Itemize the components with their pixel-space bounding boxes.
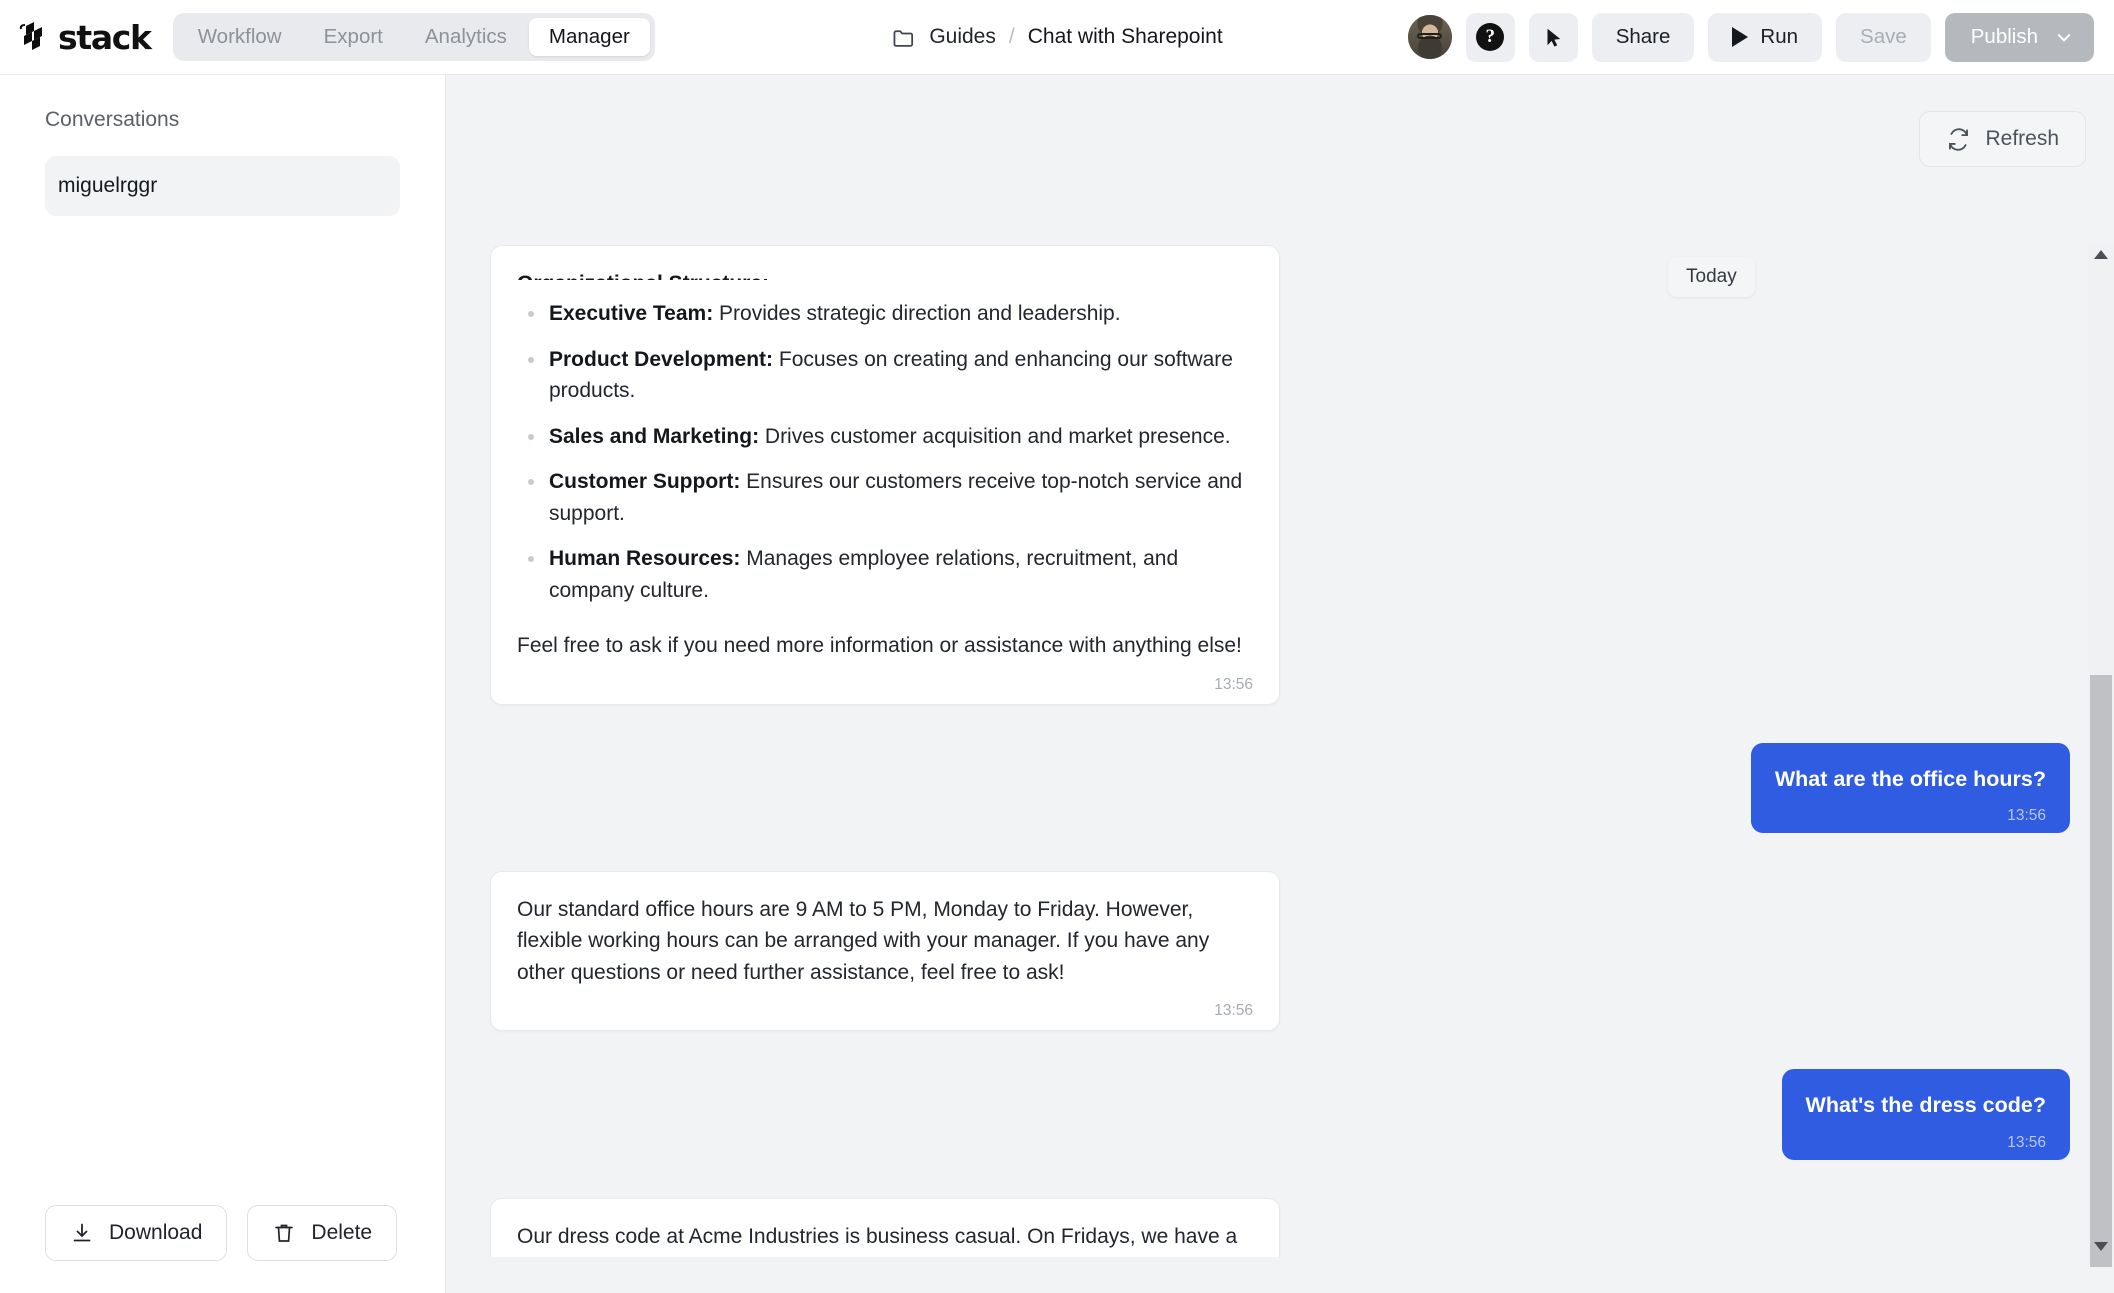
message-text: Our dress code at Acme Industries is bus… xyxy=(517,1221,1253,1258)
message-text: Feel free to ask if you need more inform… xyxy=(517,630,1253,662)
user-message-bubble[interactable]: What's the dress code? 13:56 xyxy=(1782,1069,2070,1159)
chat-panel: Refresh Today Organizational Structure: … xyxy=(446,75,2114,1293)
help-button[interactable]: ? xyxy=(1466,13,1515,62)
folder-icon xyxy=(891,25,916,50)
message-timestamp: 13:56 xyxy=(517,676,1253,694)
user-message-bubble[interactable]: What are the office hours? 13:56 xyxy=(1751,743,2070,833)
breadcrumb-parent[interactable]: Guides xyxy=(929,25,996,49)
refresh-button[interactable]: Refresh xyxy=(1919,111,2086,167)
scrollbar-thumb[interactable] xyxy=(2090,675,2112,1267)
bot-message-bubble[interactable]: Our dress code at Acme Industries is bus… xyxy=(490,1198,1280,1258)
message-timestamp: 13:56 xyxy=(517,1002,1253,1020)
play-icon xyxy=(1732,27,1748,47)
message-row: What's the dress code? 13:56 xyxy=(490,1069,2070,1159)
refresh-icon xyxy=(1946,127,1971,152)
stack-logo-icon xyxy=(18,20,52,54)
bullet-term: Product Development: xyxy=(549,348,773,371)
app-logo[interactable]: stack xyxy=(18,20,151,54)
nav-item-analytics[interactable]: Analytics xyxy=(405,18,527,56)
save-button[interactable]: Save xyxy=(1836,13,1931,62)
nav-item-workflow[interactable]: Workflow xyxy=(178,18,302,56)
message-row: Organizational Structure: Executive Team… xyxy=(490,245,2070,705)
message-row: Our standard office hours are 9 AM to 5 … xyxy=(490,871,2070,1032)
conversations-sidebar: Conversations miguelrggr Download Delete xyxy=(0,75,446,1293)
download-button[interactable]: Download xyxy=(45,1205,227,1261)
list-item: Customer Support: Ensures our customers … xyxy=(517,466,1253,529)
message-bullet-list: Executive Team: Provides strategic direc… xyxy=(517,298,1253,606)
avatar[interactable] xyxy=(1408,15,1452,59)
list-item: Executive Team: Provides strategic direc… xyxy=(517,298,1253,330)
delete-label: Delete xyxy=(311,1221,372,1245)
chat-scroll-viewport: Organizational Structure: Executive Team… xyxy=(446,243,2114,1257)
delete-button[interactable]: Delete xyxy=(247,1205,397,1261)
date-divider-today: Today xyxy=(1668,257,1755,297)
message-heading: Organizational Structure: xyxy=(517,268,1253,280)
app-body: Conversations miguelrggr Download Delete xyxy=(0,75,2114,1293)
breadcrumb-current[interactable]: Chat with Sharepoint xyxy=(1028,25,1223,49)
sidebar-title: Conversations xyxy=(45,108,445,132)
message-row: What are the office hours? 13:56 xyxy=(490,743,2070,833)
download-label: Download xyxy=(109,1221,202,1245)
top-bar-actions: ? Share Run Save Publish xyxy=(1408,13,2094,62)
publish-label: Publish xyxy=(1971,25,2038,49)
main-nav: Workflow Export Analytics Manager xyxy=(173,13,655,61)
breadcrumb: Guides / Chat with Sharepoint xyxy=(891,25,1222,50)
cursor-tool-button[interactable] xyxy=(1529,13,1578,62)
logo-wordmark: stack xyxy=(58,21,151,54)
list-item: Sales and Marketing: Drives customer acq… xyxy=(517,421,1253,453)
caret-up-icon xyxy=(2094,250,2108,259)
bullet-term: Customer Support: xyxy=(549,470,740,493)
bullet-term: Sales and Marketing: xyxy=(549,425,759,448)
message-row: Our dress code at Acme Industries is bus… xyxy=(490,1198,2070,1258)
scroll-down-button[interactable] xyxy=(2088,1235,2114,1257)
message-timestamp: 13:56 xyxy=(1775,807,2046,825)
message-text: What's the dress code? xyxy=(1806,1089,2046,1121)
question-mark-icon: ? xyxy=(1476,23,1504,51)
refresh-label: Refresh xyxy=(1985,127,2059,151)
chevron-down-icon xyxy=(2054,27,2074,47)
download-icon xyxy=(70,1221,94,1245)
bullet-term: Human Resources: xyxy=(549,547,740,570)
list-item: Human Resources: Manages employee relati… xyxy=(517,543,1253,606)
message-column: Organizational Structure: Executive Team… xyxy=(490,243,2070,1257)
bullet-text: Drives customer acquisition and market p… xyxy=(759,425,1231,448)
message-text: What are the office hours? xyxy=(1775,763,2046,795)
bullet-term: Executive Team: xyxy=(549,302,713,325)
breadcrumb-separator: / xyxy=(1009,25,1015,49)
nav-item-export[interactable]: Export xyxy=(304,18,403,56)
bullet-text: Provides strategic direction and leaders… xyxy=(713,302,1120,325)
conversation-list: miguelrggr xyxy=(0,156,445,216)
nav-item-manager[interactable]: Manager xyxy=(529,18,650,56)
run-label: Run xyxy=(1760,25,1798,49)
bot-message-bubble[interactable]: Our standard office hours are 9 AM to 5 … xyxy=(490,871,1280,1032)
caret-down-icon xyxy=(2094,1242,2108,1251)
bot-message-bubble[interactable]: Organizational Structure: Executive Team… xyxy=(490,245,1280,705)
run-button[interactable]: Run xyxy=(1708,13,1822,62)
message-timestamp: 13:56 xyxy=(1806,1134,2046,1152)
cursor-pointer-icon xyxy=(1542,26,1564,48)
share-button[interactable]: Share xyxy=(1592,13,1695,62)
sidebar-footer: Download Delete xyxy=(0,1205,445,1293)
message-text: Our standard office hours are 9 AM to 5 … xyxy=(517,894,1253,989)
list-item: Product Development: Focuses on creating… xyxy=(517,344,1253,407)
trash-icon xyxy=(272,1221,296,1245)
top-bar: stack Workflow Export Analytics Manager … xyxy=(0,0,2114,75)
scroll-up-button[interactable] xyxy=(2088,243,2114,265)
conversation-item-miguelrggr[interactable]: miguelrggr xyxy=(45,156,400,216)
publish-button[interactable]: Publish xyxy=(1945,13,2094,62)
chat-scrollbar[interactable] xyxy=(2088,243,2114,1257)
